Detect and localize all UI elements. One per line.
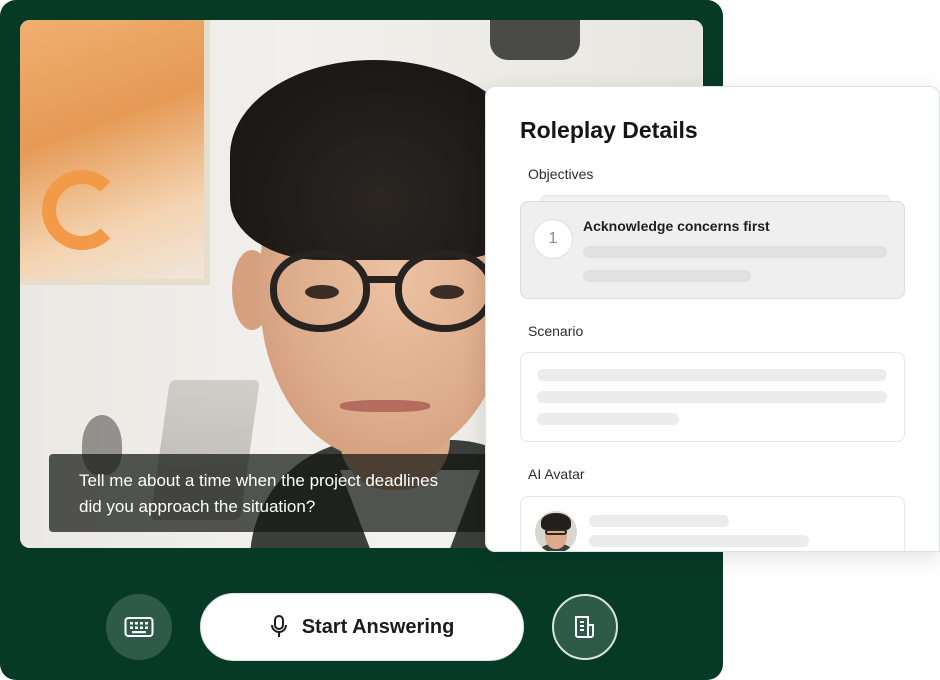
skeleton-line [589, 515, 729, 527]
caption-line-2: did you approach the situation? [79, 497, 316, 516]
objective-title: Acknowledge concerns first [583, 218, 770, 234]
caption-line-1: Tell me about a time when the project de… [79, 471, 439, 490]
skeleton-line [537, 413, 679, 425]
scenario-card[interactable] [520, 352, 905, 442]
ai-avatar-label: AI Avatar [528, 466, 585, 482]
skeleton-line [583, 246, 887, 258]
question-caption: Tell me about a time when the project de… [49, 454, 509, 532]
call-controls: Start Answering [0, 590, 723, 662]
panel-title: Roleplay Details [520, 117, 698, 143]
skeleton-line [537, 391, 887, 403]
keyboard-button[interactable] [106, 594, 172, 660]
start-answering-button[interactable]: Start Answering [200, 593, 524, 661]
avatar [535, 511, 577, 551]
start-answering-label: Start Answering [301, 615, 455, 638]
keyboard-icon [124, 617, 154, 637]
objective-number: 1 [533, 219, 573, 259]
skeleton-line [583, 270, 751, 282]
glasses [270, 250, 510, 335]
roleplay-details-panel: Roleplay Details Objectives 1 Acknowledg… [485, 86, 940, 552]
microphone-icon [270, 615, 287, 637]
document-icon [575, 616, 594, 638]
scenario-label: Scenario [528, 323, 584, 339]
details-button[interactable] [552, 594, 618, 660]
skeleton-line [589, 535, 809, 547]
ai-avatar-card[interactable] [520, 496, 905, 551]
skeleton-line [537, 369, 887, 381]
objective-card[interactable]: 1 Acknowledge concerns first [520, 201, 905, 299]
objectives-label: Objectives [528, 166, 594, 182]
wall-art [20, 20, 210, 285]
